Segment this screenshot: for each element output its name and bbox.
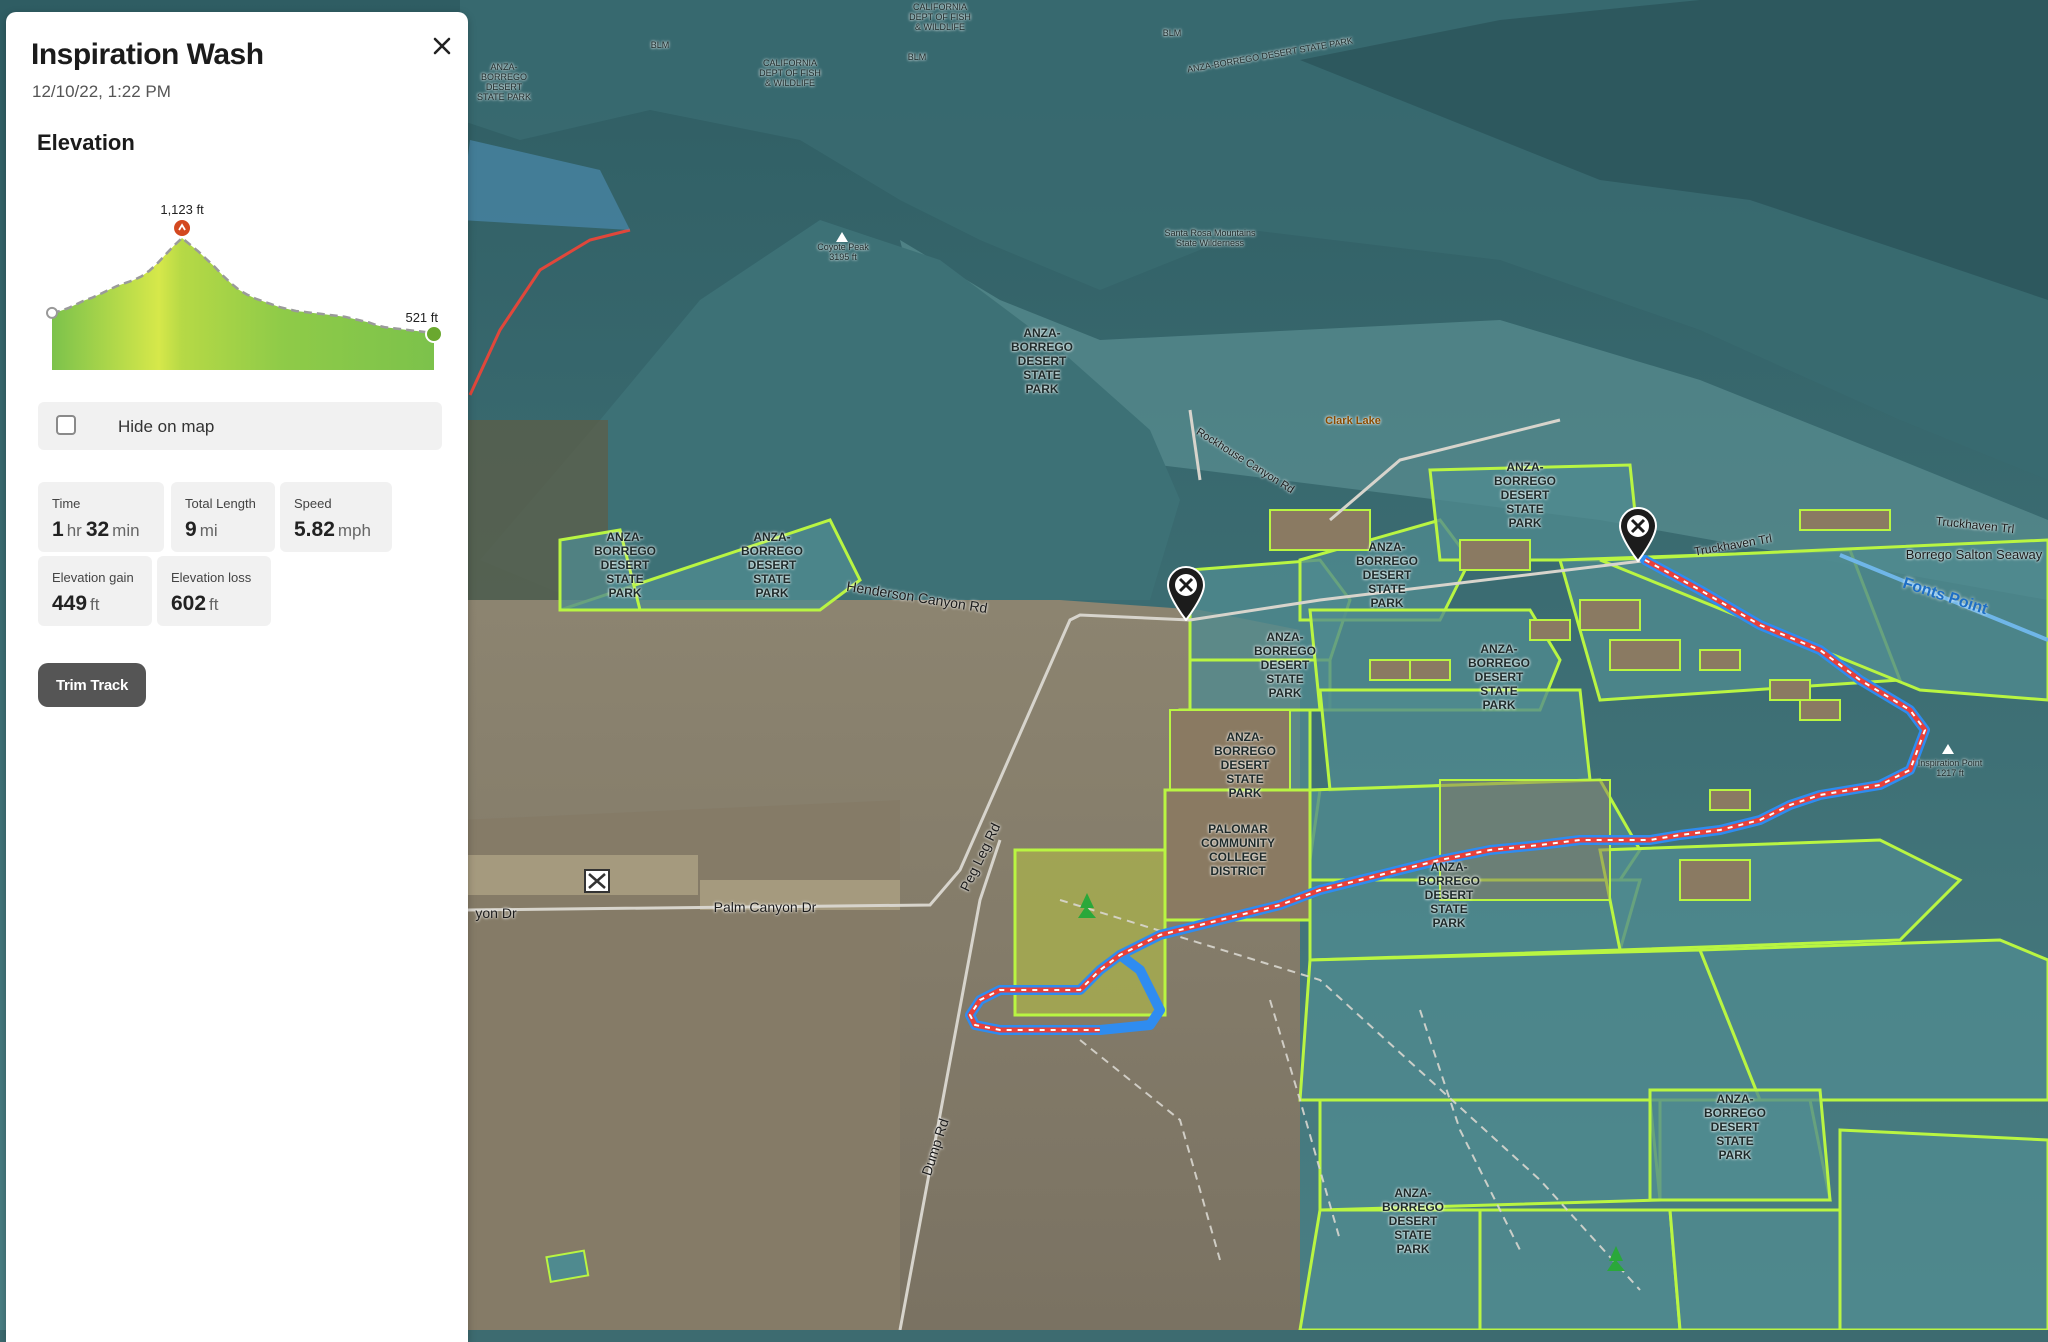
elevation-max-marker [174, 220, 191, 236]
map-label-anza-top: ANZA- BORREGO DESERT STATE PARK [476, 62, 531, 102]
stat-time-label: Time [52, 496, 81, 511]
track-end-pin[interactable] [1618, 506, 1658, 562]
map-label-anza-6: ANZA- BORREGO DESERT STATE PARK [1253, 630, 1316, 700]
map-label-anza-11: ANZA- BORREGO DESERT STATE PARK [1381, 1186, 1444, 1256]
track-details-panel: Inspiration Wash 12/10/22, 1:22 PM Eleva… [6, 12, 468, 1342]
stat-elevation-gain: Elevation gain 449 ft [38, 556, 152, 626]
hide-on-map-toggle[interactable]: Hide on map [38, 402, 442, 450]
stat-speed-value: 5.82 mph [294, 518, 375, 542]
map-label-inspiration-point: Inspiration Point 1217 ft [1917, 758, 1983, 778]
map-label-anza-1: ANZA- BORREGO DESERT STATE PARK [593, 530, 656, 600]
road-label-borrego-salton: Borrego Salton Seaway [1905, 547, 2043, 562]
map-label-anza-4: ANZA- BORREGO DESERT STATE PARK [1493, 460, 1556, 530]
close-icon [433, 37, 451, 55]
stat-speed-label: Speed [294, 496, 332, 511]
map-label-blm-2: BLM [907, 52, 927, 62]
map-label-anza-9: ANZA- BORREGO DESERT STATE PARK [1417, 860, 1480, 930]
stat-time-minutes-unit: min [112, 521, 140, 540]
map-label-anza-2: ANZA- BORREGO DESERT STATE PARK [740, 530, 803, 600]
stat-loss-number: 602 [171, 592, 207, 615]
map-label-palomar: PALOMAR COMMUNITY COLLEGE DISTRICT [1201, 822, 1275, 878]
map-label-blm-1: BLM [650, 40, 670, 50]
stat-length: Total Length 9 mi [171, 482, 275, 552]
stat-loss-value: 602 ft [171, 592, 223, 616]
elevation-chart[interactable]: 1,123 ft 521 ft [36, 192, 446, 392]
stat-length-value: 9 mi [185, 518, 222, 542]
map-label-anza-3: ANZA- BORREGO DESERT STATE PARK [1010, 326, 1073, 396]
stat-loss-label: Elevation loss [171, 570, 252, 585]
stat-time-hours: 1 [52, 518, 64, 541]
map-label-anza-8: ANZA- BORREGO DESERT STATE PARK [1213, 730, 1276, 800]
road-label-palm-canyon-left: yon Dr [475, 905, 517, 921]
stat-time-value: 1 hr 32 min [52, 518, 144, 542]
stat-elevation-loss: Elevation loss 602 ft [157, 556, 271, 626]
elevation-profile-area [52, 238, 434, 370]
elevation-heading: Elevation [37, 130, 135, 155]
elevation-end-marker [425, 325, 443, 343]
hide-on-map-checkbox[interactable] [56, 415, 76, 435]
elevation-end-label: 521 ft [405, 310, 438, 325]
stat-gain-label: Elevation gain [52, 570, 134, 585]
map-label-santa-rosa: Santa Rosa Mountains State Wilderness [1164, 228, 1256, 248]
elevation-max-label: 1,123 ft [160, 202, 204, 217]
stat-time-minutes: 32 [85, 518, 110, 541]
stat-length-unit: mi [199, 521, 218, 540]
track-timestamp: 12/10/22, 1:22 PM [32, 82, 171, 101]
stat-gain-unit: ft [90, 595, 100, 614]
stat-loss-unit: ft [209, 595, 219, 614]
trim-track-button[interactable]: Trim Track [38, 663, 146, 707]
elevation-start-marker [46, 306, 58, 319]
track-start-pin[interactable] [1166, 565, 1206, 621]
track-title: Inspiration Wash [31, 38, 264, 71]
stat-length-label: Total Length [185, 496, 256, 511]
stat-speed-number: 5.82 [294, 518, 335, 541]
map-label-anza-10: ANZA- BORREGO DESERT STATE PARK [1703, 1092, 1766, 1162]
map-label-coyote-peak: Coyote Peak 3195 ft [817, 242, 869, 262]
stat-speed-unit: mph [337, 521, 371, 540]
stat-gain-value: 449 ft [52, 592, 104, 616]
road-label-palm-canyon: Palm Canyon Dr [713, 899, 817, 915]
map-label-blm-3: BLM [1162, 28, 1182, 38]
stat-time-hours-unit: hr [66, 521, 82, 540]
hide-on-map-label: Hide on map [118, 417, 215, 436]
stat-speed: Speed 5.82 mph [280, 482, 392, 552]
map-label-fish-1: CALIFORNIA DEPT OF FISH & WILDLIFE [759, 58, 821, 88]
stat-length-number: 9 [185, 518, 197, 541]
map-label-clark-lake: Clark Lake [1325, 415, 1381, 427]
map-label-anza-5: ANZA- BORREGO DESERT STATE PARK [1355, 540, 1418, 610]
map-label-fish-2: CALIFORNIA DEPT OF FISH & WILDLIFE [909, 2, 971, 32]
close-button[interactable] [424, 28, 460, 64]
stat-gain-number: 449 [52, 592, 88, 615]
map-label-anza-7: ANZA- BORREGO DESERT STATE PARK [1467, 642, 1530, 712]
stat-time: Time 1 hr 32 min [38, 482, 164, 552]
